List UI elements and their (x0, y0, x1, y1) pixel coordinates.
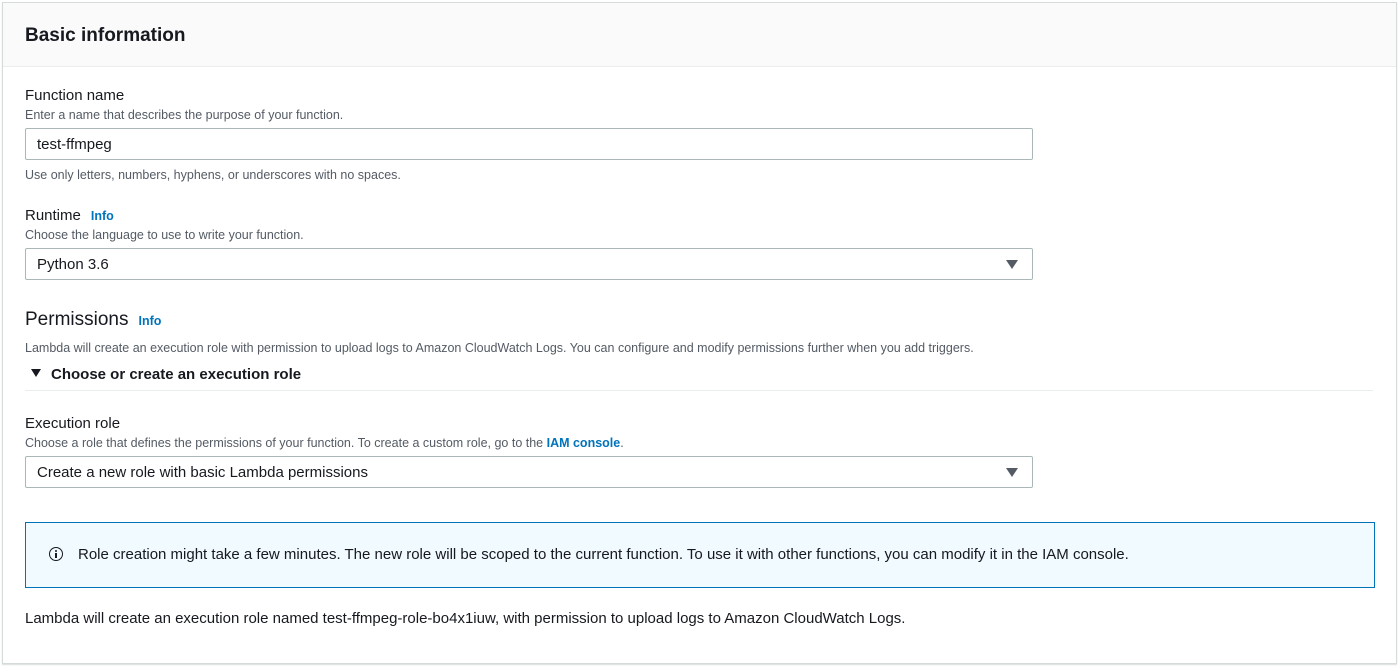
permissions-title: Permissions (25, 309, 129, 330)
execution-role-description-text: Choose a role that defines the permissio… (25, 436, 547, 450)
caret-down-icon (1006, 260, 1018, 269)
execution-role-description: Choose a role that defines the permissio… (25, 435, 624, 451)
runtime-info-link[interactable]: Info (91, 209, 114, 223)
caret-down-icon (1006, 468, 1018, 477)
alert-text: Role creation might take a few minutes. … (78, 546, 1129, 563)
permissions-title-row: Permissions Info (25, 308, 161, 332)
execution-role-description-suffix: . (620, 436, 624, 450)
role-creation-alert: Role creation might take a few minutes. … (25, 522, 1375, 588)
function-name-field[interactable] (25, 128, 1033, 160)
section-divider (25, 390, 1373, 391)
function-name-label: Function name (25, 87, 125, 104)
function-name-input[interactable] (26, 129, 1032, 159)
execution-role-select[interactable]: Create a new role with basic Lambda perm… (25, 456, 1033, 488)
runtime-select[interactable]: Python 3.6 (25, 248, 1033, 280)
expander-label: Choose or create an execution role (51, 366, 302, 383)
execution-role-selected-value: Create a new role with basic Lambda perm… (37, 464, 368, 481)
permissions-info-link[interactable]: Info (138, 314, 161, 328)
permissions-description: Lambda will create an execution role wit… (25, 341, 974, 355)
caret-down-icon (31, 369, 41, 377)
runtime-label-row: Runtime Info (25, 206, 114, 226)
iam-console-link[interactable]: IAM console (547, 436, 621, 450)
info-circle-icon (49, 547, 63, 561)
runtime-label: Runtime (25, 207, 81, 224)
execution-role-name-note: Lambda will create an execution role nam… (25, 610, 906, 627)
panel-title: Basic information (25, 25, 186, 46)
execution-role-label: Execution role (25, 415, 121, 432)
function-name-constraint: Use only letters, numbers, hyphens, or u… (25, 168, 401, 182)
panel-header: Basic information (3, 3, 1396, 67)
runtime-selected-value: Python 3.6 (37, 256, 109, 273)
execution-role-expander[interactable]: Choose or create an execution role (31, 365, 301, 385)
runtime-description: Choose the language to use to write your… (25, 228, 304, 242)
function-name-description: Enter a name that describes the purpose … (25, 108, 344, 122)
basic-information-panel: Basic information Function name Enter a … (2, 2, 1397, 664)
